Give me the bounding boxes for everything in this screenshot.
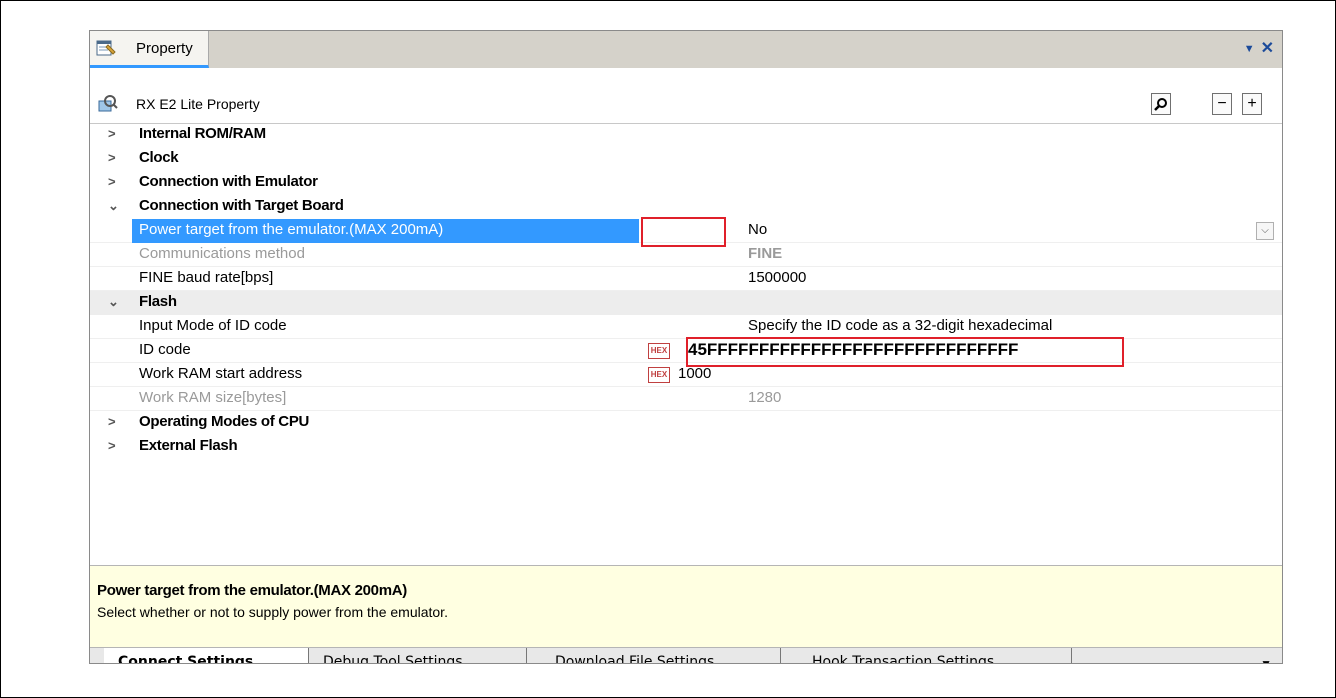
id-code-input[interactable]: 45FFFFFFFFFFFFFFFFFFFFFFFFFFFFFF [688,340,1018,360]
property-value[interactable]: Specify the ID code as a 32-digit hexade… [748,317,1052,334]
category-label: Connection with Target Board [139,197,344,214]
collapse-all-button[interactable]: − [1212,93,1232,115]
panel-menu-arrow-icon[interactable]: ▼ [1244,38,1255,60]
property-value: 1280 [748,389,782,406]
chevron-down-icon[interactable]: ⌄ [108,295,122,309]
chevron-right-icon[interactable]: > [108,415,122,429]
property-value-select[interactable]: No [748,221,767,238]
property-name: FINE baud rate[bps] [139,269,274,286]
tab-connect-settings[interactable]: Connect Settings [104,648,309,663]
tab-debug-tool-settings[interactable]: Debug Tool Settings [309,648,527,663]
property-icon [96,40,116,56]
search-button[interactable] [1151,93,1171,115]
property-name: Work RAM size[bytes] [139,389,287,406]
property-tab[interactable]: Property [90,31,209,68]
property-name: Communications method [139,245,305,262]
property-panel: Property ▼ ✕ RX E2 Lite Property − + > I… [89,30,1283,664]
description-text: Select whether or not to supply power fr… [97,604,448,620]
category-connection-target[interactable]: ⌄ Connection with Target Board [90,195,1282,219]
chevron-right-icon[interactable]: > [108,151,122,165]
chevron-right-icon[interactable]: > [108,439,122,453]
category-label: External Flash [139,437,238,454]
property-row-power-target[interactable]: Power target from the emulator.(MAX 200m… [90,217,1282,247]
property-name: ID code [139,341,191,358]
property-row-work-ram-start[interactable]: Work RAM start address HEX 1000 [90,363,1282,387]
chevron-down-icon[interactable]: ⌵ [1256,222,1274,240]
panel-titlebar: Property ▼ ✕ [90,31,1282,68]
property-row-comm-method[interactable]: Communications method FINE [90,243,1282,267]
category-connection-emulator[interactable]: > Connection with Emulator [90,171,1282,195]
property-value: FINE [748,245,783,262]
category-flash[interactable]: ⌄ Flash [90,291,1282,315]
hex-badge-icon: HEX [648,367,670,383]
property-header: RX E2 Lite Property − + [90,89,1282,124]
property-row-input-mode[interactable]: Input Mode of ID code Specify the ID cod… [90,315,1282,339]
tab-hook-transaction-settings[interactable]: Hook Transaction Settings [798,648,1072,663]
property-name: Power target from the emulator.(MAX 200m… [139,221,444,238]
property-row-work-ram-size[interactable]: Work RAM size[bytes] 1280 [90,387,1282,411]
category-operating-modes[interactable]: > Operating Modes of CPU [90,411,1282,435]
chevron-right-icon[interactable]: > [108,175,122,189]
search-icon [1154,98,1167,111]
category-label: Flash [139,293,177,310]
property-row-id-code[interactable]: ID code HEX 45FFFFFFFFFFFFFFFFFFFFFFFFFF… [90,337,1282,367]
property-value[interactable]: 1000 [678,365,711,382]
property-name: Input Mode of ID code [139,317,287,334]
property-grid: > Internal ROM/RAM > Clock > Connection … [90,123,1282,459]
category-label: Clock [139,149,179,166]
category-label: Internal ROM/RAM [139,125,266,142]
property-row-baud-rate[interactable]: FINE baud rate[bps] 1500000 [90,267,1282,291]
property-name: Work RAM start address [139,365,303,382]
category-label: Operating Modes of CPU [139,413,310,430]
property-value[interactable]: 1500000 [748,269,806,286]
chevron-right-icon[interactable]: > [108,127,122,141]
category-label: Connection with Emulator [139,173,318,190]
property-header-title: RX E2 Lite Property [136,96,260,112]
panel-title: Property [136,40,193,57]
category-internal-rom[interactable]: > Internal ROM/RAM [90,123,1282,147]
expand-all-button[interactable]: + [1242,93,1262,115]
bottom-tab-bar: Connect Settings Debug Tool Settings Dow… [90,647,1282,663]
tab-download-file-settings[interactable]: Download File Settings [541,648,781,663]
device-property-icon [98,95,118,112]
tabs-overflow-arrow-icon[interactable]: ▼ [1260,657,1272,663]
chevron-down-icon[interactable]: ⌄ [108,199,122,213]
hex-badge-icon: HEX [648,343,670,359]
close-icon[interactable]: ✕ [1261,38,1274,60]
category-external-flash[interactable]: > External Flash [90,435,1282,459]
description-title: Power target from the emulator.(MAX 200m… [97,582,407,599]
category-clock[interactable]: > Clock [90,147,1282,171]
